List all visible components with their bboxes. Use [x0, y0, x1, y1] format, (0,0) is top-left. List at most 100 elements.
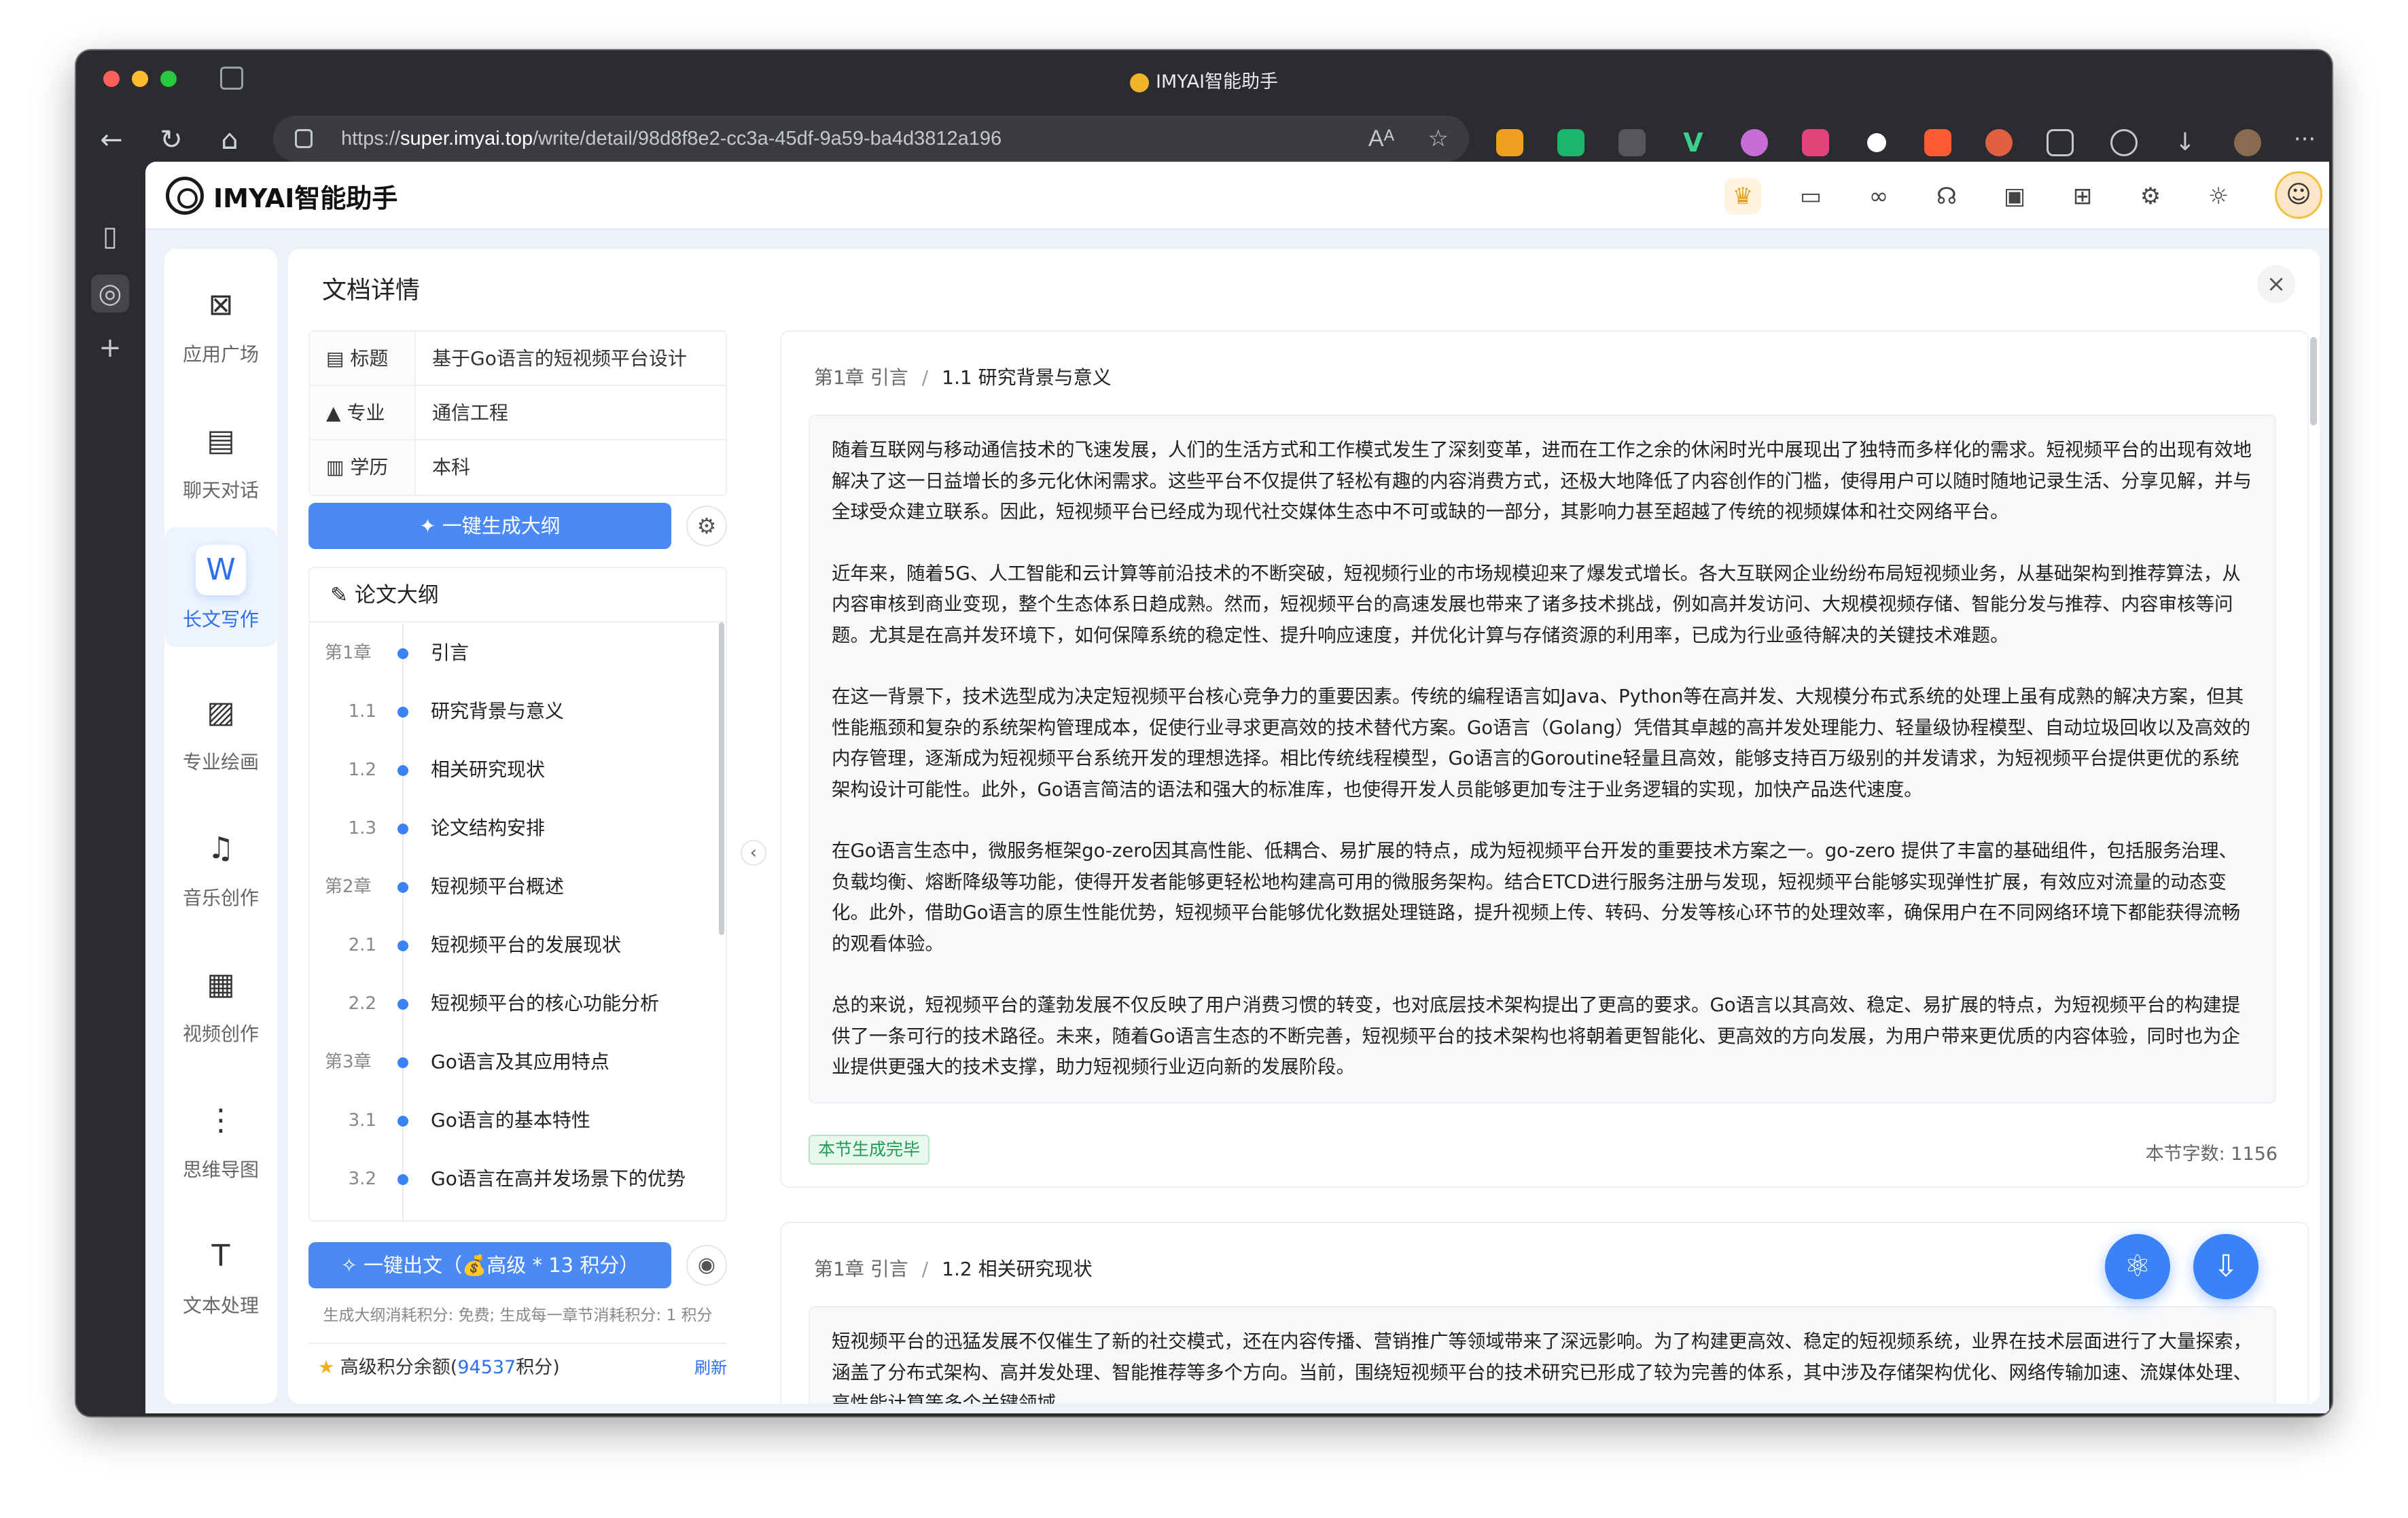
- gift-icon[interactable]: ⊞: [2064, 178, 2101, 215]
- points-balance: ★ 高级积分余额(94537积分) 刷新: [308, 1343, 727, 1390]
- outline-num: 1.3: [348, 818, 376, 839]
- brand[interactable]: IMYAI智能助手: [166, 177, 397, 215]
- outline-item[interactable]: 1.1 研究背景与意义: [310, 682, 718, 741]
- theme-sun-icon[interactable]: ☼: [2200, 178, 2237, 215]
- extension-8-icon[interactable]: [1924, 129, 1951, 156]
- extension-1-icon[interactable]: [1496, 129, 1523, 156]
- outline-item[interactable]: 2.2 短视频平台的核心功能分析: [310, 974, 718, 1033]
- outline-item[interactable]: 3.2 Go语言在高并发场景下的优势: [310, 1150, 718, 1208]
- paragraph: 在Go语言生态中，微服务框架go-zero因其高性能、低耦合、易扩展的特点，成为…: [832, 840, 2241, 955]
- outline-scrollbar[interactable]: [719, 622, 724, 935]
- paragraph: 短视频平台的迅猛发展不仅催生了新的社交模式，还在内容传播、营销推广等领域带来了深…: [832, 1330, 2252, 1404]
- download-icon[interactable]: ↓: [2172, 129, 2199, 156]
- outline-item[interactable]: 2.1 短视频平台的发展现状: [310, 916, 718, 974]
- vue-extension-icon[interactable]: V: [1680, 129, 1707, 156]
- nav-label: 音乐创作: [182, 887, 259, 909]
- outline-dot: [397, 940, 408, 951]
- profile-avatar[interactable]: [2234, 129, 2261, 156]
- user-avatar[interactable]: ☺: [2275, 171, 2322, 219]
- content-scrollbar[interactable]: [2310, 337, 2317, 425]
- outline-item[interactable]: 1.3 论文结构安排: [310, 799, 718, 858]
- home-icon[interactable]: ⌂: [209, 120, 250, 160]
- outline-dot: [397, 999, 408, 1010]
- outline-item[interactable]: 1.2 相关研究现状: [310, 741, 718, 799]
- translate-extension-icon[interactable]: [1802, 129, 1829, 156]
- meta-key-text: 专业: [347, 402, 385, 424]
- nav-item-video[interactable]: ▦ 视频创作: [164, 942, 277, 1061]
- section-body: 短视频平台的迅猛发展不仅催生了新的社交模式，还在内容传播、营销推广等领域带来了深…: [809, 1306, 2276, 1404]
- history-icon[interactable]: [2110, 129, 2138, 156]
- outline-settings-icon[interactable]: ⚙: [686, 506, 727, 546]
- outline-item[interactable]: 第3章 Go语言及其应用特点: [310, 1033, 718, 1091]
- read-aloud-icon[interactable]: Aᴬ: [1368, 116, 1394, 162]
- outline-item[interactable]: 第1章 引言: [310, 624, 718, 682]
- nav-item-app-square[interactable]: ⊠ 应用广场: [164, 262, 277, 382]
- settings-gear-icon[interactable]: ⚙: [2132, 178, 2169, 215]
- extension-5-icon[interactable]: [1741, 129, 1768, 156]
- paragraph: 在这一背景下，技术选型成为决定短视频平台核心竞争力的重要因素。传统的编程语言如J…: [832, 686, 2251, 800]
- nav-label: 视频创作: [182, 1023, 259, 1045]
- video-icon: ▦: [207, 967, 235, 1002]
- outline-box: ✎ 论文大纲 第1章 引言 1.1 研究背景与意义 1.2 相关研究现状 1.3 论文结…: [308, 567, 727, 1222]
- window-title-text: IMYAI智能助手: [1155, 71, 1279, 92]
- extensions-puzzle-icon[interactable]: [2047, 129, 2074, 156]
- outline-num: 1.2: [348, 760, 376, 780]
- link-icon[interactable]: ∞: [1860, 178, 1897, 215]
- pinned-tab-icon[interactable]: ◎: [91, 275, 129, 313]
- title-bar: IMYAI智能助手: [76, 50, 2332, 106]
- outline-text: Go语言在高并发场景下的优势: [431, 1167, 686, 1190]
- close-icon[interactable]: ×: [2257, 265, 2295, 303]
- outline-num: 第1章: [325, 643, 372, 663]
- section-card: 第1章 引言 / 1.1 研究背景与意义 随着互联网与移动通信技术的飞速发展，人们的…: [780, 330, 2309, 1188]
- sidebar-toggle-icon[interactable]: ▯: [91, 217, 129, 255]
- calendar-icon[interactable]: ▣: [1996, 178, 2033, 215]
- support-headset-icon[interactable]: ☊: [1928, 178, 1965, 215]
- more-menu-icon[interactable]: ···: [2291, 128, 2318, 156]
- outline-num: 2.2: [348, 993, 376, 1014]
- outline-text: 引言: [431, 641, 470, 664]
- refresh-link[interactable]: 刷新: [694, 1344, 727, 1392]
- back-arrow-icon[interactable]: ←: [91, 120, 132, 160]
- reload-icon[interactable]: ↻: [151, 120, 192, 160]
- section-breadcrumb: 第1章 引言 / 1.2 相关研究现状: [814, 1254, 1093, 1282]
- nav-item-music[interactable]: ♫ 音乐创作: [164, 806, 277, 925]
- nav-item-long-writing[interactable]: W 长文写作: [164, 527, 277, 647]
- document-content: 第1章 引言 / 1.1 研究背景与意义 随着互联网与移动通信技术的飞速发展，人们的…: [780, 330, 2316, 1404]
- favorite-star-icon[interactable]: ☆: [1428, 116, 1449, 162]
- nav-item-chat[interactable]: ▤ 聊天对话: [164, 398, 277, 518]
- extension-2-icon[interactable]: [1557, 129, 1584, 156]
- address-bar[interactable]: https://super.imyai.top/write/detail/98d…: [273, 116, 1469, 162]
- extension-3-icon[interactable]: [1618, 129, 1646, 156]
- outline-dot: [397, 824, 408, 834]
- browser-side-strip: ▯ ◎ +: [76, 174, 144, 1416]
- new-tab-icon[interactable]: +: [91, 329, 129, 367]
- devices-icon[interactable]: ▭: [1792, 178, 1829, 215]
- download-fab-icon[interactable]: ⇩: [2193, 1234, 2259, 1299]
- generate-outline-label: 一键生成大纲: [442, 514, 561, 537]
- balance-value: 94537: [457, 1357, 516, 1378]
- url-prefix: https://: [341, 128, 401, 149]
- extension-9-icon[interactable]: [1985, 129, 2013, 156]
- outline-text: 论文结构安排: [431, 817, 546, 839]
- crown-icon[interactable]: ♛: [1724, 178, 1761, 215]
- outline-num: 3.2: [348, 1169, 376, 1189]
- outline-text: Go语言的基本特性: [431, 1109, 590, 1131]
- meta-key-text: 标题: [350, 347, 389, 370]
- outline-title: 论文大纲: [354, 583, 439, 607]
- nav-item-text[interactable]: T 文本处理: [164, 1214, 277, 1333]
- extension-7-icon[interactable]: [1867, 133, 1886, 152]
- paragraph: 随着互联网与移动通信技术的飞速发展，人们的生活方式和工作模式发生了深刻变革，进而…: [832, 439, 2252, 523]
- nav-item-painting[interactable]: ▨ 专业绘画: [164, 670, 277, 790]
- robot-icon[interactable]: ◉: [686, 1245, 727, 1286]
- breadcrumb-section: 1.2 相关研究现状: [942, 1258, 1093, 1280]
- outline-item[interactable]: 第2章 短视频平台概述: [310, 858, 718, 916]
- ai-settings-fab-icon[interactable]: ⚛: [2105, 1234, 2170, 1299]
- meta-row-degree: ▥ 学历 本科: [310, 440, 726, 495]
- outline-item[interactable]: 3.1 Go语言的基本特性: [310, 1091, 718, 1150]
- generate-outline-button[interactable]: ✦ 一键生成大纲: [308, 503, 671, 549]
- chat-icon: ▤: [207, 423, 235, 458]
- collapse-left-icon[interactable]: ‹: [741, 840, 766, 866]
- nav-item-mindmap[interactable]: ⋮ 思维导图: [164, 1078, 277, 1197]
- outline-text: 相关研究现状: [431, 758, 546, 781]
- generate-paper-button[interactable]: ✧ 一键出文（💰高级 * 13 积分）: [308, 1242, 671, 1288]
